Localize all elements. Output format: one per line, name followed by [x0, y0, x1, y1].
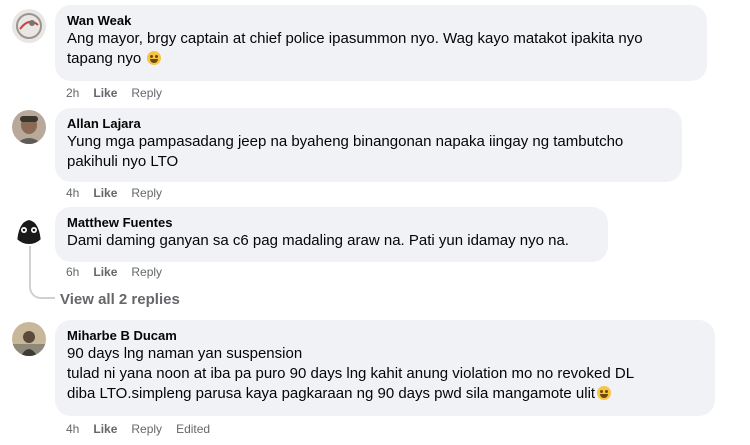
comment-time[interactable]: 4h: [66, 421, 79, 437]
comment-time[interactable]: 2h: [66, 85, 79, 101]
comment-meta: 6h Like Reply: [66, 264, 162, 280]
comment-body: Dami daming ganyan sa c6 pag madaling ar…: [67, 232, 569, 249]
comment-time[interactable]: 6h: [66, 264, 79, 280]
avatar[interactable]: [12, 9, 46, 43]
thread-connector: [29, 246, 55, 299]
reply-button[interactable]: Reply: [131, 85, 162, 101]
avatar[interactable]: [12, 210, 46, 244]
like-button[interactable]: Like: [93, 185, 117, 201]
rolling-laughing-emoji: [597, 386, 612, 400]
like-button[interactable]: Like: [93, 421, 117, 437]
comment-author[interactable]: Matthew Fuentes: [67, 214, 596, 231]
comment-text: 90 days lng naman yan suspension tulad n…: [67, 344, 703, 404]
comment-meta: 4h Like Reply: [66, 185, 162, 201]
reply-button[interactable]: Reply: [131, 421, 162, 437]
grinning-sweat-emoji: [147, 51, 162, 65]
view-replies-link[interactable]: View all 2 replies: [60, 291, 180, 308]
comment-bubble: Wan Weak Ang mayor, brgy captain at chie…: [55, 5, 707, 81]
avatar[interactable]: [12, 322, 46, 356]
comment-bubble: Matthew Fuentes Dami daming ganyan sa c6…: [55, 207, 608, 262]
comment-meta: 4h Like Reply Edited: [66, 421, 210, 437]
comment-bubble: Allan Lajara Yung mga pampasadang jeep n…: [55, 108, 682, 182]
like-button[interactable]: Like: [93, 85, 117, 101]
comment-meta: 2h Like Reply: [66, 85, 162, 101]
comment-text: Ang mayor, brgy captain at chief police …: [67, 29, 695, 69]
reply-button[interactable]: Reply: [131, 264, 162, 280]
like-button[interactable]: Like: [93, 264, 117, 280]
comment-body: Yung mga pampasadang jeep na byaheng bin…: [67, 133, 624, 170]
comment-bubble: Miharbe B Ducam 90 days lng naman yan su…: [55, 320, 715, 416]
edited-label: Edited: [176, 422, 211, 436]
avatar[interactable]: [12, 110, 46, 144]
comment-body: 90 days lng naman yan suspension tulad n…: [67, 345, 635, 402]
comment-author[interactable]: Allan Lajara: [67, 115, 670, 132]
comment-author[interactable]: Miharbe B Ducam: [67, 327, 703, 344]
reply-button[interactable]: Reply: [131, 185, 162, 201]
comment-author[interactable]: Wan Weak: [67, 12, 695, 29]
comment-time[interactable]: 4h: [66, 185, 79, 201]
